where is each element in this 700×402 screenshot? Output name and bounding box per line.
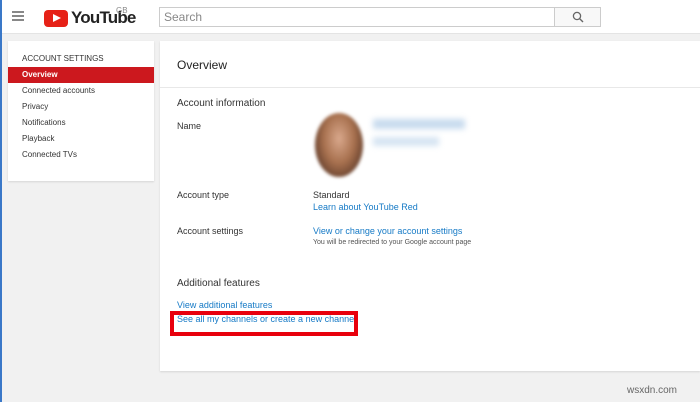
sidebar-item-connected-accounts[interactable]: Connected accounts — [8, 83, 154, 99]
view-additional-features-link[interactable]: View additional features — [177, 300, 272, 310]
search-icon — [572, 11, 584, 23]
view-account-settings-link[interactable]: View or change your account settings — [313, 226, 462, 236]
window-edge — [0, 0, 2, 402]
name-label: Name — [177, 121, 202, 131]
redirect-note: You will be redirected to your Google ac… — [313, 239, 472, 246]
play-logo-icon — [44, 9, 68, 27]
search-input[interactable] — [159, 7, 555, 27]
region-code: GB — [116, 6, 128, 15]
page-title: Overview — [177, 58, 228, 72]
hamburger-menu-icon[interactable] — [12, 11, 24, 21]
learn-youtube-red-link[interactable]: Learn about YouTube Red — [313, 202, 418, 212]
account-type-label: Account type — [177, 190, 230, 200]
account-information-heading: Account information — [177, 98, 266, 109]
sidebar-item-overview[interactable]: Overview — [8, 67, 154, 83]
additional-features-heading: Additional features — [177, 278, 260, 289]
sidebar-item-privacy[interactable]: Privacy — [8, 99, 154, 115]
sidebar-heading: ACCOUNT SETTINGS — [22, 54, 104, 63]
avatar — [315, 113, 363, 177]
title-divider — [160, 87, 700, 88]
blurred-name — [373, 119, 465, 129]
masthead: YouTube GB — [2, 0, 700, 34]
sidebar-item-connected-tvs[interactable]: Connected TVs — [8, 147, 154, 163]
search-button[interactable] — [555, 7, 601, 27]
sidebar-item-playback[interactable]: Playback — [8, 131, 154, 147]
account-type-value: Standard — [313, 190, 350, 200]
sidebar-item-notifications[interactable]: Notifications — [8, 115, 154, 131]
blurred-email — [373, 137, 439, 146]
watermark: wsxdn.com — [627, 385, 678, 396]
highlight-box — [170, 311, 358, 336]
account-settings-sidebar: ACCOUNT SETTINGS Overview Connected acco… — [8, 41, 154, 181]
account-settings-label: Account settings — [177, 226, 244, 236]
